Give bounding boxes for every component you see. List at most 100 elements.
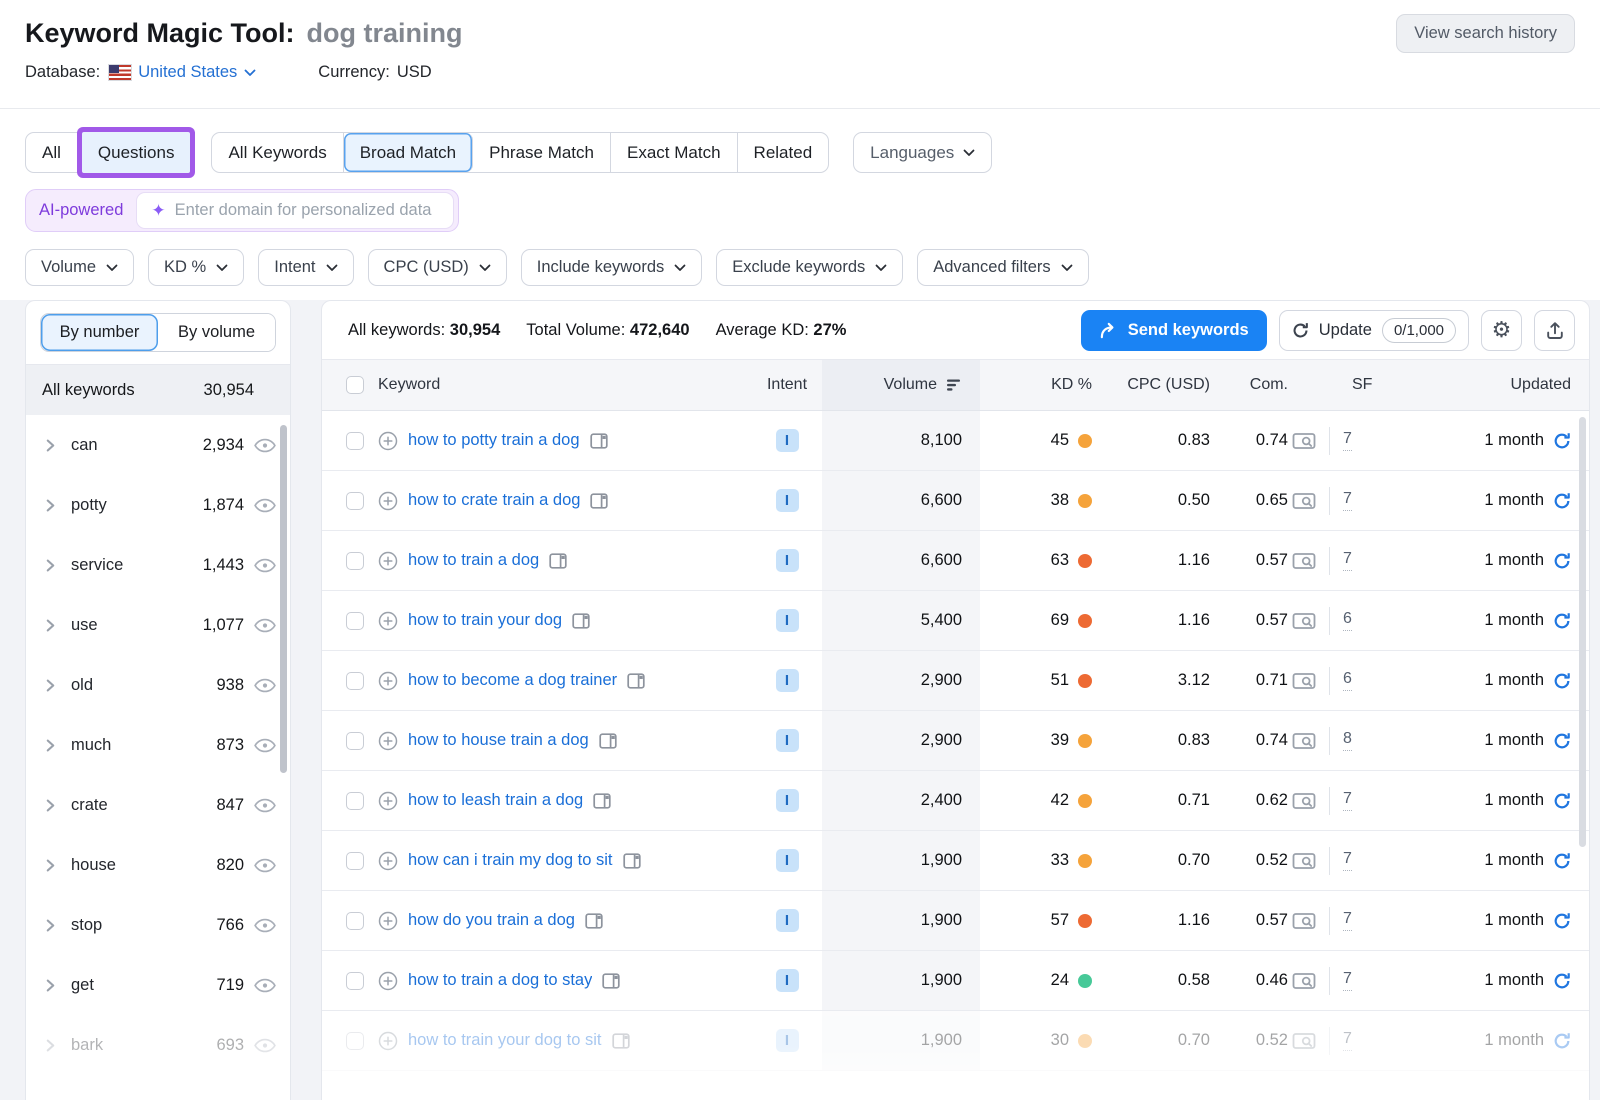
plus-circle-icon[interactable] [378, 791, 398, 811]
tab-phrase-match[interactable]: Phrase Match [473, 133, 611, 172]
serp-preview-icon[interactable] [1292, 852, 1316, 870]
keyword-link[interactable]: how to train a dog [408, 551, 539, 570]
filter-volume[interactable]: Volume [25, 249, 134, 286]
refresh-icon[interactable] [1553, 432, 1571, 450]
sf-count[interactable]: 7 [1343, 790, 1352, 811]
col-updated[interactable]: Updated [1406, 376, 1571, 394]
col-volume[interactable]: Volume [822, 360, 980, 410]
plus-circle-icon[interactable] [378, 551, 398, 571]
intent-badge[interactable]: I [776, 969, 799, 992]
group-item-crate[interactable]: crate 847 [26, 775, 290, 835]
refresh-icon[interactable] [1553, 792, 1571, 810]
serp-preview-icon[interactable] [1292, 552, 1316, 570]
tab-exact-match[interactable]: Exact Match [611, 133, 738, 172]
plus-circle-icon[interactable] [378, 971, 398, 991]
intent-badge[interactable]: I [776, 1029, 799, 1052]
intent-badge[interactable]: I [776, 849, 799, 872]
row-checkbox[interactable] [346, 492, 364, 510]
eye-icon[interactable] [254, 498, 276, 513]
refresh-icon[interactable] [1553, 552, 1571, 570]
eye-icon[interactable] [254, 1038, 276, 1053]
row-checkbox[interactable] [346, 672, 364, 690]
all-keywords-row[interactable]: All keywords 30,954 [26, 365, 290, 415]
languages-dropdown[interactable]: Languages [853, 132, 992, 173]
eye-icon[interactable] [254, 978, 276, 993]
sf-count[interactable]: 7 [1343, 970, 1352, 991]
group-item-house[interactable]: house 820 [26, 835, 290, 895]
serp-preview-icon[interactable] [1292, 912, 1316, 930]
eye-icon[interactable] [254, 918, 276, 933]
col-intent[interactable]: Intent [752, 376, 822, 394]
serp-preview-icon[interactable] [1292, 672, 1316, 690]
tab-all-keywords[interactable]: All Keywords [212, 133, 343, 172]
keyword-link[interactable]: how to potty train a dog [408, 431, 580, 450]
filter-advanced[interactable]: Advanced filters [917, 249, 1088, 286]
keyword-link[interactable]: how can i train my dog to sit [408, 851, 613, 870]
select-all-checkbox[interactable] [346, 376, 364, 394]
group-item-stop[interactable]: stop 766 [26, 895, 290, 955]
refresh-icon[interactable] [1553, 612, 1571, 630]
plus-circle-icon[interactable] [378, 731, 398, 751]
keyword-link[interactable]: how to become a dog trainer [408, 671, 617, 690]
sf-count[interactable]: 6 [1343, 610, 1352, 631]
col-com[interactable]: Com. [1210, 376, 1288, 394]
eye-icon[interactable] [254, 438, 276, 453]
serp-preview-icon[interactable] [1292, 1032, 1316, 1050]
refresh-icon[interactable] [1553, 972, 1571, 990]
group-item-service[interactable]: service 1,443 [26, 535, 290, 595]
col-keyword[interactable]: Keyword [378, 376, 752, 394]
keyword-link[interactable]: how to train your dog to sit [408, 1031, 602, 1050]
sf-count[interactable]: 7 [1343, 430, 1352, 451]
eye-icon[interactable] [254, 738, 276, 753]
sf-count[interactable]: 6 [1343, 670, 1352, 691]
keyword-link[interactable]: how to crate train a dog [408, 491, 580, 510]
sidebar-scrollbar[interactable] [280, 425, 287, 773]
plus-circle-icon[interactable] [378, 1031, 398, 1051]
refresh-icon[interactable] [1553, 852, 1571, 870]
keyword-link[interactable]: how to house train a dog [408, 731, 589, 750]
plus-circle-icon[interactable] [378, 851, 398, 871]
row-checkbox[interactable] [346, 972, 364, 990]
sf-count[interactable]: 7 [1343, 490, 1352, 511]
sf-count[interactable]: 7 [1343, 1030, 1352, 1051]
intent-badge[interactable]: I [776, 789, 799, 812]
group-item-use[interactable]: use 1,077 [26, 595, 290, 655]
domain-input[interactable] [175, 201, 440, 220]
group-item-get[interactable]: get 719 [26, 955, 290, 1015]
send-keywords-button[interactable]: Send keywords [1081, 310, 1267, 351]
serp-preview-icon[interactable] [1292, 612, 1316, 630]
serp-preview-icon[interactable] [1292, 792, 1316, 810]
sf-count[interactable]: 7 [1343, 850, 1352, 871]
tab-all[interactable]: All [26, 133, 78, 172]
keyword-link[interactable]: how to train your dog [408, 611, 562, 630]
tab-questions[interactable]: Questions [82, 132, 191, 173]
filter-kd[interactable]: KD % [148, 249, 244, 286]
sf-count[interactable]: 7 [1343, 910, 1352, 931]
row-checkbox[interactable] [346, 852, 364, 870]
export-button[interactable] [1534, 310, 1575, 351]
intent-badge[interactable]: I [776, 669, 799, 692]
refresh-icon[interactable] [1553, 732, 1571, 750]
filter-exclude-keywords[interactable]: Exclude keywords [716, 249, 903, 286]
plus-circle-icon[interactable] [378, 671, 398, 691]
intent-badge[interactable]: I [776, 489, 799, 512]
keyword-link[interactable]: how to train a dog to stay [408, 971, 592, 990]
group-item-bark[interactable]: bark 693 [26, 1015, 290, 1075]
table-scrollbar[interactable] [1579, 417, 1586, 847]
intent-badge[interactable]: I [776, 429, 799, 452]
col-kd[interactable]: KD % [980, 376, 1092, 394]
serp-preview-icon[interactable] [1292, 732, 1316, 750]
row-checkbox[interactable] [346, 612, 364, 630]
eye-icon[interactable] [254, 618, 276, 633]
group-item-old[interactable]: old 938 [26, 655, 290, 715]
eye-icon[interactable] [254, 798, 276, 813]
row-checkbox[interactable] [346, 552, 364, 570]
plus-circle-icon[interactable] [378, 431, 398, 451]
intent-badge[interactable]: I [776, 729, 799, 752]
plus-circle-icon[interactable] [378, 491, 398, 511]
update-button[interactable]: Update 0/1,000 [1279, 310, 1469, 351]
by-number-tab[interactable]: By number [41, 314, 158, 351]
group-item-can[interactable]: can 2,934 [26, 415, 290, 475]
row-checkbox[interactable] [346, 1032, 364, 1050]
row-checkbox[interactable] [346, 732, 364, 750]
